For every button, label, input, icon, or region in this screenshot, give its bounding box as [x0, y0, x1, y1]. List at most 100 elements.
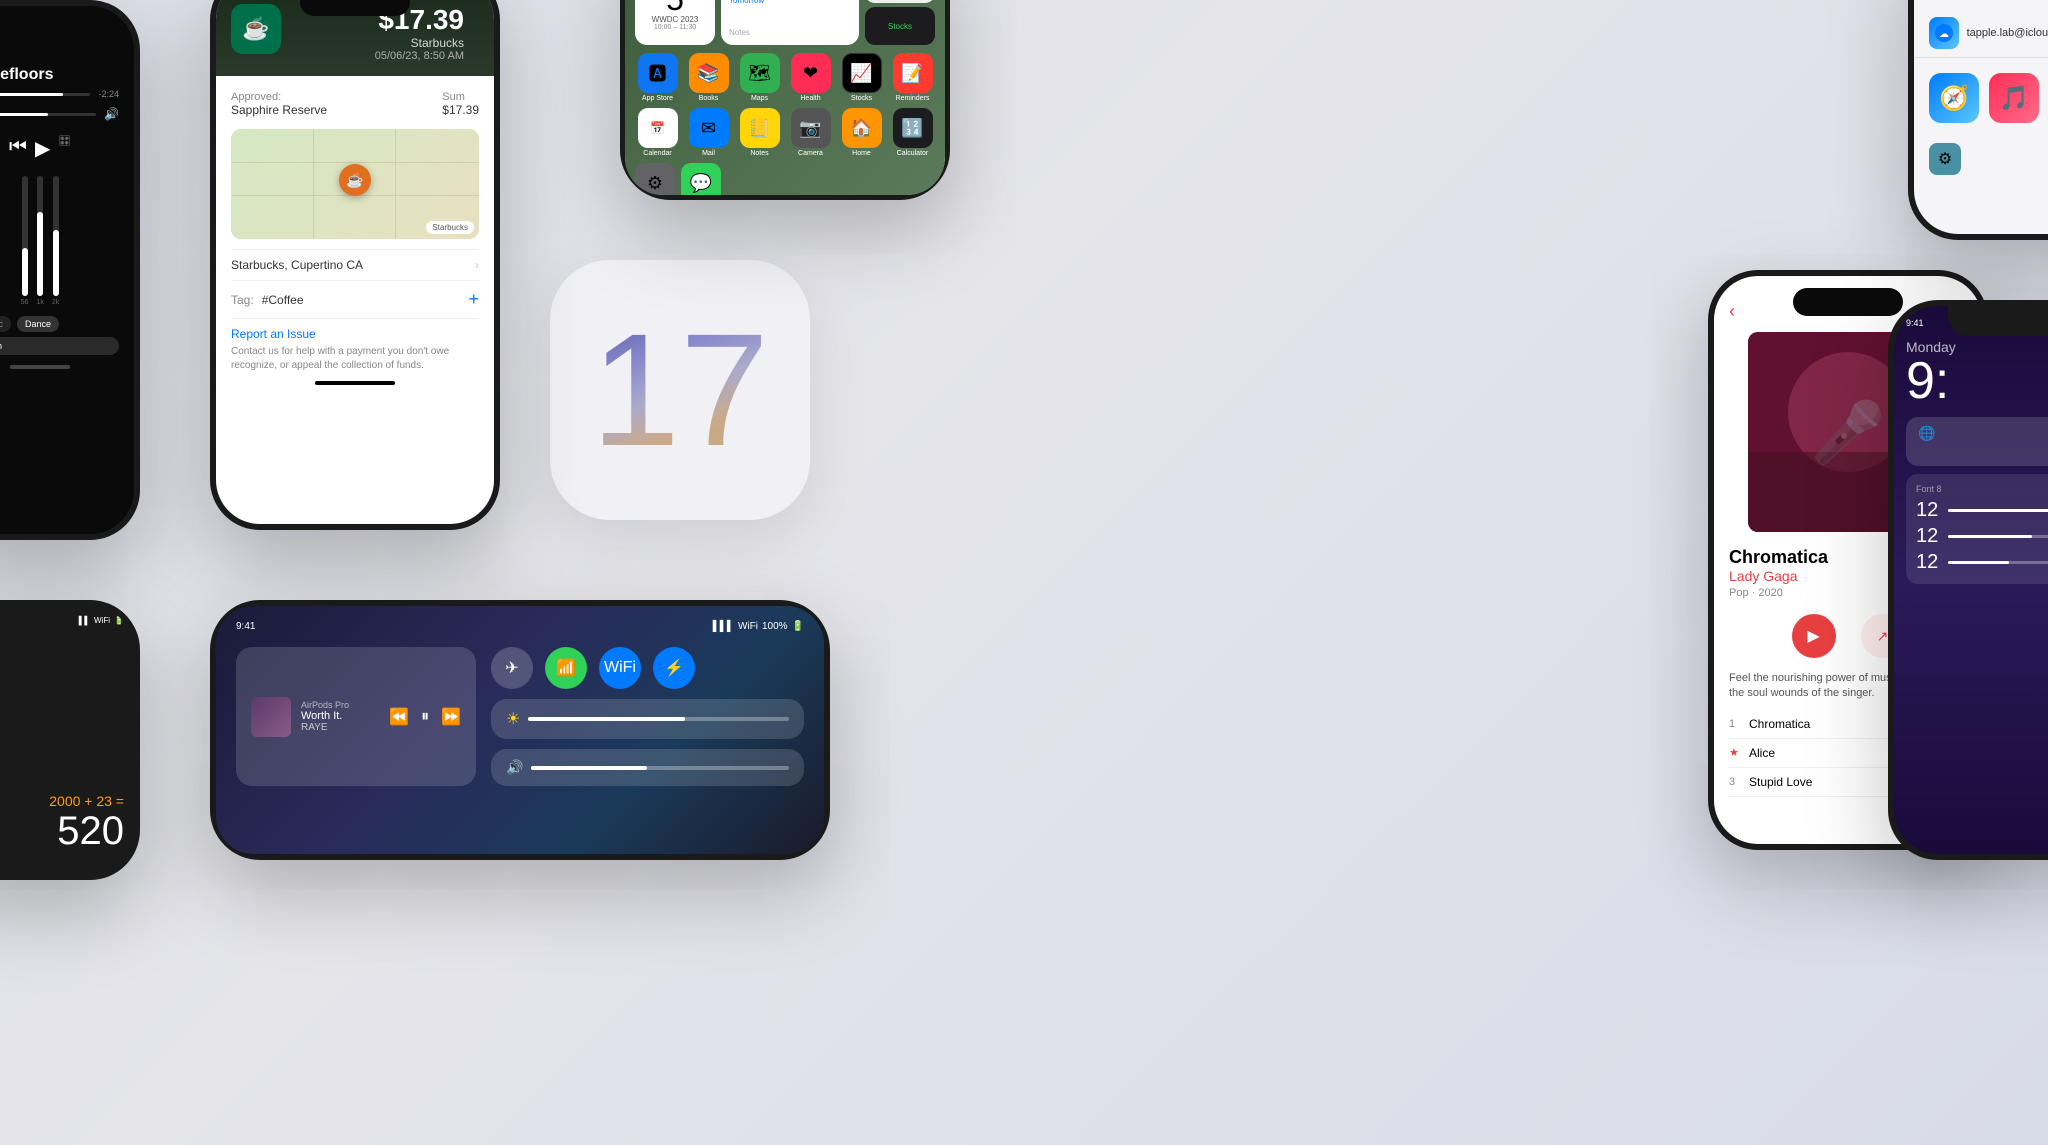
control-cellular-button[interactable]: 📶	[545, 647, 587, 689]
app-icon-stocks[interactable]: 📈	[842, 53, 882, 93]
icloud-gear-row: ⚙	[1914, 138, 2048, 180]
app-icon-settings[interactable]: ⚙	[635, 163, 675, 195]
app-icon-camera[interactable]: 📷	[791, 108, 831, 148]
clock-font-bar-2[interactable]	[1948, 535, 2048, 538]
music-album-emoji: 🎤	[1811, 397, 1886, 468]
eq-title: Dancefloors	[0, 66, 119, 84]
phone-wallet: ☕ $17.39 Starbucks 05/06/23, 8:50 AM App…	[210, 0, 500, 530]
eq-knob-icon: 🎛	[58, 136, 71, 161]
app-icon-reminders[interactable]: 📝	[893, 53, 933, 93]
eq-volume-slider[interactable]	[0, 113, 96, 116]
map-grid-v2	[395, 129, 396, 239]
settings-icon-small[interactable]: ⚙	[1929, 143, 1961, 175]
app-col-stocks: 📈 Stocks	[839, 53, 884, 102]
clock-font-item-1[interactable]: 12	[1916, 499, 2048, 522]
clock-font-widget: Font 8 12 12	[1906, 474, 2048, 584]
music-back-button[interactable]: ‹	[1729, 301, 1735, 322]
wallet-tag-label: Tag:	[231, 293, 254, 307]
eq-band-1: 56	[21, 176, 29, 306]
eq-band-2-slider[interactable]	[37, 176, 43, 296]
control-pause-button[interactable]: ⏸	[421, 708, 429, 726]
widget-stocks[interactable]: Stocks	[865, 7, 935, 45]
eq-custom-button[interactable]: Custom	[0, 337, 119, 355]
eq-dynamic-island	[0, 18, 95, 46]
eq-band-3-slider[interactable]	[53, 176, 59, 296]
volume-icon: 🔊	[506, 759, 523, 776]
widget-notes-tag: Tomorrow	[729, 0, 851, 5]
widget-notes[interactable]: Steve's Surprise Birthday Party Checklis…	[721, 0, 859, 45]
clock-font-bar-1[interactable]	[1948, 509, 2048, 512]
wallet-location-row[interactable]: Starbucks, Cupertino CA ›	[231, 249, 479, 280]
ios17-number: 17	[591, 310, 769, 470]
app-col-mail: ✉ Mail	[686, 108, 731, 157]
phone-clock: 9:41 ▌▌ 🔋 Monday 9: 🌐 72° 74 83	[1888, 300, 2048, 860]
map-pin: ☕	[339, 164, 371, 196]
control-forward-button[interactable]: ⏩	[441, 707, 461, 727]
app-icon-appstore[interactable]: 🅰	[638, 53, 678, 93]
safari-icon[interactable]: 🧭	[1929, 73, 1979, 123]
clock-status-time: 9:41	[1906, 318, 1924, 329]
control-wifi-button[interactable]: WiFi	[599, 647, 641, 689]
app-icon-health[interactable]: ❤	[791, 53, 831, 93]
app-icon-mail[interactable]: ✉	[689, 108, 729, 148]
widget-health[interactable]: ❤️ Health	[865, 0, 935, 3]
wallet-approved-label: Approved:	[231, 91, 327, 103]
app-col-reminders: 📝 Reminders	[890, 53, 935, 102]
control-volume-slider[interactable]: 🔊	[491, 749, 804, 786]
track-3-number: 3	[1729, 776, 1749, 788]
clock-font-bar-fill-3	[1948, 561, 2009, 564]
app-col-home: 🏠 Home	[839, 108, 884, 157]
home-widgets-row: TODAY 5 WWDC 2023 10:00 – 11:30 Steve's …	[635, 0, 935, 45]
map-grid-v1	[313, 129, 314, 239]
clock-font-item-3[interactable]: 12	[1916, 551, 2048, 574]
control-bluetooth-button[interactable]: ⚡	[653, 647, 695, 689]
app-icon-calendar[interactable]: 📅	[638, 108, 678, 148]
control-airplane-button[interactable]: ✈	[491, 647, 533, 689]
eq-band-1-slider[interactable]	[22, 176, 28, 296]
app-icon-maps[interactable]: 🗺	[740, 53, 780, 93]
app-col-messages: 💬 Messages	[681, 163, 721, 195]
eq-play-btn[interactable]: ▶	[35, 136, 50, 161]
clock-font-num-2: 12	[1916, 525, 1938, 548]
svg-text:☁: ☁	[1939, 29, 1949, 40]
app-icon-home[interactable]: 🏠	[842, 108, 882, 148]
app-col-calculator: 🔢 Calculator	[890, 108, 935, 157]
home-apps-grid: 🅰 App Store 📚 Books 🗺 Maps ❤ Health 📈	[635, 53, 935, 157]
volume-bar[interactable]	[531, 766, 789, 770]
music-app-icon[interactable]: 🎵	[1989, 73, 2039, 123]
widget-notes-app: Notes	[729, 28, 851, 37]
widget-calendar[interactable]: TODAY 5 WWDC 2023 10:00 – 11:30	[635, 0, 715, 45]
brightness-bar[interactable]	[528, 717, 789, 721]
app-icon-calculator[interactable]: 🔢	[893, 108, 933, 148]
wallet-merchant-icon: ☕	[231, 4, 281, 54]
app-icon-notes[interactable]: 📒	[740, 108, 780, 148]
clock-font-item-2[interactable]: 12	[1916, 525, 2048, 548]
clock-widgets: 🌐 72° 74 83 Font 8 12	[1906, 417, 2048, 584]
wallet-add-tag-button[interactable]: +	[468, 289, 479, 310]
app-label-calendar: Calendar	[643, 150, 671, 157]
clock-font-bar-3[interactable]	[1948, 561, 2048, 564]
widget-calendar-event: WWDC 2023	[652, 15, 699, 24]
wallet-tag-row: Tag: #Coffee +	[231, 280, 479, 318]
phone-wallet-inner: ☕ $17.39 Starbucks 05/06/23, 8:50 AM App…	[216, 0, 494, 524]
wallet-report-link[interactable]: Report an Issue	[231, 318, 479, 345]
phone-clock-inner: 9:41 ▌▌ 🔋 Monday 9: 🌐 72° 74 83	[1894, 306, 2048, 854]
control-rewind-button[interactable]: ⏪	[389, 707, 409, 727]
control-song-info: AirPods Pro Worth It. RAYE	[301, 700, 379, 733]
control-brightness-slider[interactable]: ☀	[491, 699, 804, 739]
app-icon-messages[interactable]: 💬	[681, 163, 721, 195]
eq-genre-acoustic[interactable]: Acoustic	[0, 316, 11, 332]
wallet-report-description: Contact us for help with a payment you d…	[231, 345, 479, 373]
app-col-health: ❤ Health	[788, 53, 833, 102]
eq-genre-dance[interactable]: Dance	[17, 316, 59, 332]
control-icons-row: ✈ 📶 WiFi ⚡	[491, 647, 804, 689]
eq-prev-btn[interactable]: ⏮	[9, 136, 27, 161]
phone-eq: Dancefloors -2:24 🔊 ⏮	[0, 0, 140, 540]
app-icon-books[interactable]: 📚	[689, 53, 729, 93]
eq-slider-1[interactable]	[0, 93, 90, 96]
music-play-button[interactable]: ▶	[1792, 614, 1836, 658]
wallet-sum-label: Sum	[442, 91, 479, 103]
phone-home-inner: TODAY 5 WWDC 2023 10:00 – 11:30 Steve's …	[625, 0, 945, 195]
calc-equation: 2000 + 23 =	[0, 793, 124, 809]
control-status-bar: 9:41 ▌▌▌ WiFi 100% 🔋	[236, 621, 804, 632]
